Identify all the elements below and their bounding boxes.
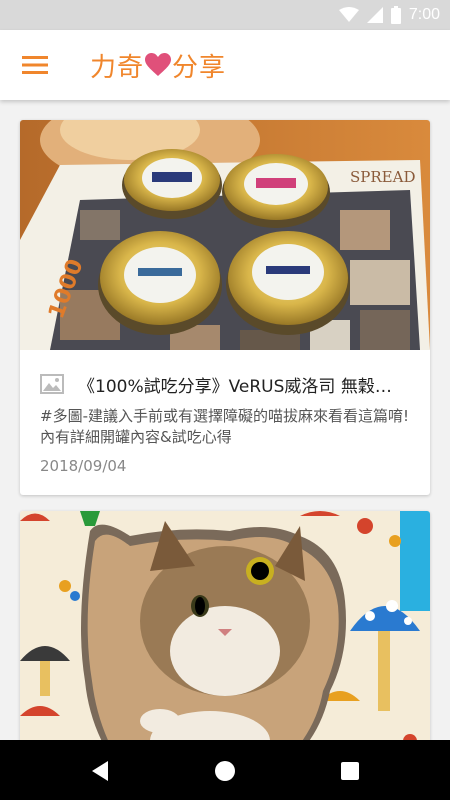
wifi-icon [338, 7, 359, 22]
system-nav-bar [0, 740, 450, 800]
menu-button[interactable] [14, 45, 56, 85]
post-excerpt: #多圖-建議入手前或有選擇障礙的喵拔麻來看看這篇唷!內有詳細開罐內容&試吃心得 [40, 407, 409, 446]
image-placeholder-icon [40, 374, 64, 394]
post-cover-image[interactable] [20, 511, 430, 740]
post-feed[interactable]: SPREAD D 1000 [0, 100, 450, 740]
home-circle-icon[interactable] [212, 758, 238, 784]
app-title: 力奇 分享 [90, 48, 227, 83]
back-triangle-icon[interactable] [88, 758, 114, 784]
cellular-signal-icon [366, 7, 383, 23]
svg-text:SPREAD: SPREAD [350, 168, 415, 186]
app-title-left: 力奇 [90, 52, 145, 83]
post-card[interactable] [20, 511, 430, 740]
post-title[interactable]: 《100%試吃分享》VeRUS威洛司 無穀貓罐 [78, 372, 408, 397]
status-bar: 7:00 [0, 0, 450, 30]
recents-square-icon[interactable] [337, 758, 363, 784]
post-card[interactable]: SPREAD D 1000 [20, 120, 430, 495]
battery-icon [390, 6, 401, 24]
app-title-right: 分享 [172, 52, 227, 83]
heart-icon [145, 53, 172, 77]
status-icons: 7:00 [338, 5, 440, 25]
app-bar: 力奇 分享 [0, 30, 450, 100]
post-date: 2018/09/04 [40, 457, 127, 475]
post-cover-image[interactable]: SPREAD D 1000 [20, 120, 430, 350]
hamburger-menu-icon [22, 56, 48, 74]
post-title-row[interactable]: 《100%試吃分享》VeRUS威洛司 無穀貓罐 [40, 370, 420, 398]
status-time: 7:00 [408, 6, 440, 23]
